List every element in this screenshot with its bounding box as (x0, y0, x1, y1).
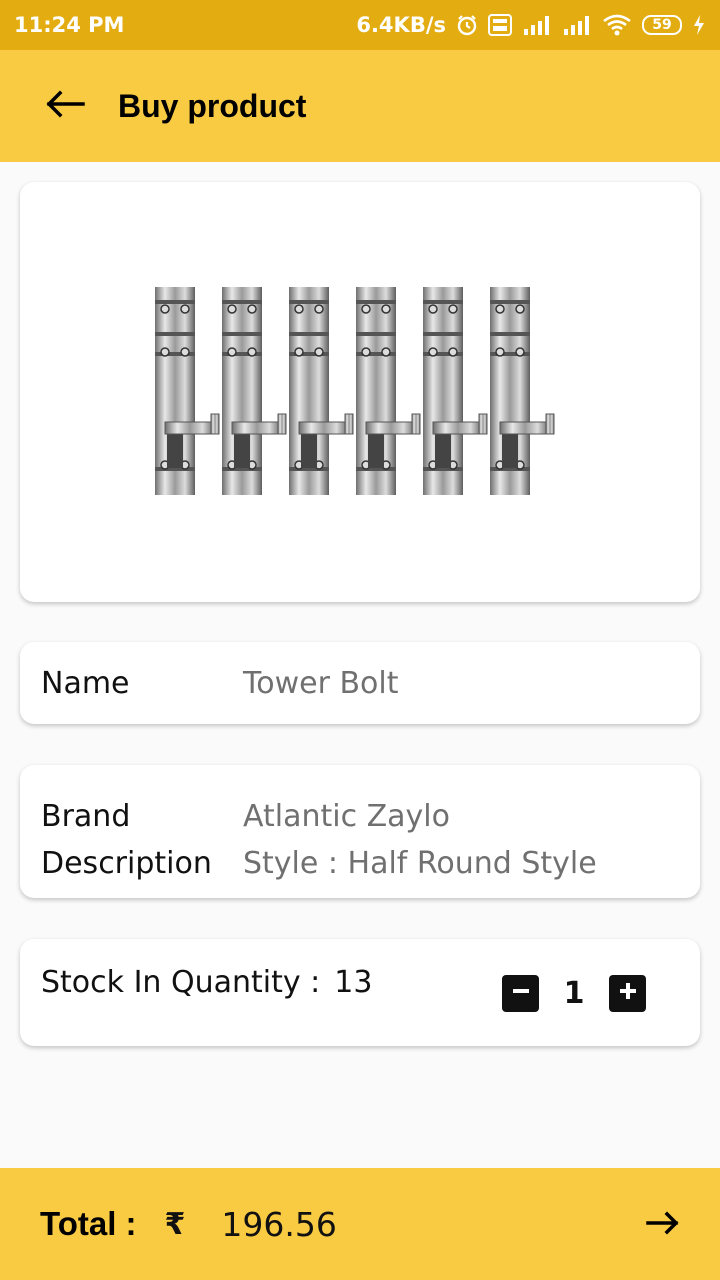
app-bar: Buy product (0, 50, 720, 162)
total-bar: Total : ₹ 196.56 (0, 1168, 720, 1280)
alarm-icon (456, 14, 478, 36)
signal-4g-icon (522, 13, 552, 37)
description-value: Style : Half Round Style (243, 846, 597, 881)
description-row: Description Style : Half Round Style (20, 840, 700, 887)
status-icons: 6.4KB/s 59 (356, 13, 706, 37)
brand-value: Atlantic Zaylo (243, 799, 450, 834)
name-row: Name Tower Bolt (20, 666, 398, 701)
plus-square-icon (617, 980, 639, 1007)
minus-square-icon (510, 980, 532, 1007)
details-card: Brand Atlantic Zaylo Description Style :… (20, 765, 700, 898)
total-value: 196.56 (221, 1204, 337, 1244)
stock-info: Stock In Quantity : 13 (41, 965, 372, 1000)
stock-card: Stock In Quantity : 13 1 (20, 939, 700, 1046)
brand-label: Brand (41, 799, 131, 834)
stock-value: 13 (334, 965, 373, 1000)
status-bar: 11:24 PM 6.4KB/s 59 (0, 0, 720, 50)
charging-icon (692, 14, 706, 36)
page-title: Buy product (118, 87, 307, 124)
arrow-right-icon (646, 1211, 680, 1240)
name-label: Name (41, 665, 130, 701)
quantity-value: 1 (563, 976, 585, 1011)
decrease-quantity-button[interactable] (502, 975, 539, 1012)
brand-row: Brand Atlantic Zaylo (20, 793, 700, 840)
wifi-icon (602, 13, 632, 37)
quantity-stepper: 1 (502, 975, 646, 1012)
signal-icon (562, 13, 592, 37)
network-speed: 6.4KB/s (356, 13, 446, 37)
product-image-card (20, 182, 700, 602)
total-label: Total : (40, 1205, 137, 1242)
tower-bolt-product-image (155, 286, 555, 496)
volte-icon (488, 14, 512, 36)
battery-icon: 59 (642, 15, 682, 35)
proceed-button[interactable] (636, 1198, 690, 1252)
back-button[interactable] (30, 71, 100, 141)
arrow-left-icon (45, 90, 85, 123)
name-card: Name Tower Bolt (20, 642, 700, 724)
increase-quantity-button[interactable] (609, 975, 646, 1012)
name-value: Tower Bolt (243, 665, 399, 701)
currency-symbol: ₹ (164, 1206, 186, 1242)
description-label: Description (41, 846, 212, 881)
stock-label: Stock In Quantity : (41, 965, 321, 1000)
status-time: 11:24 PM (14, 13, 125, 37)
